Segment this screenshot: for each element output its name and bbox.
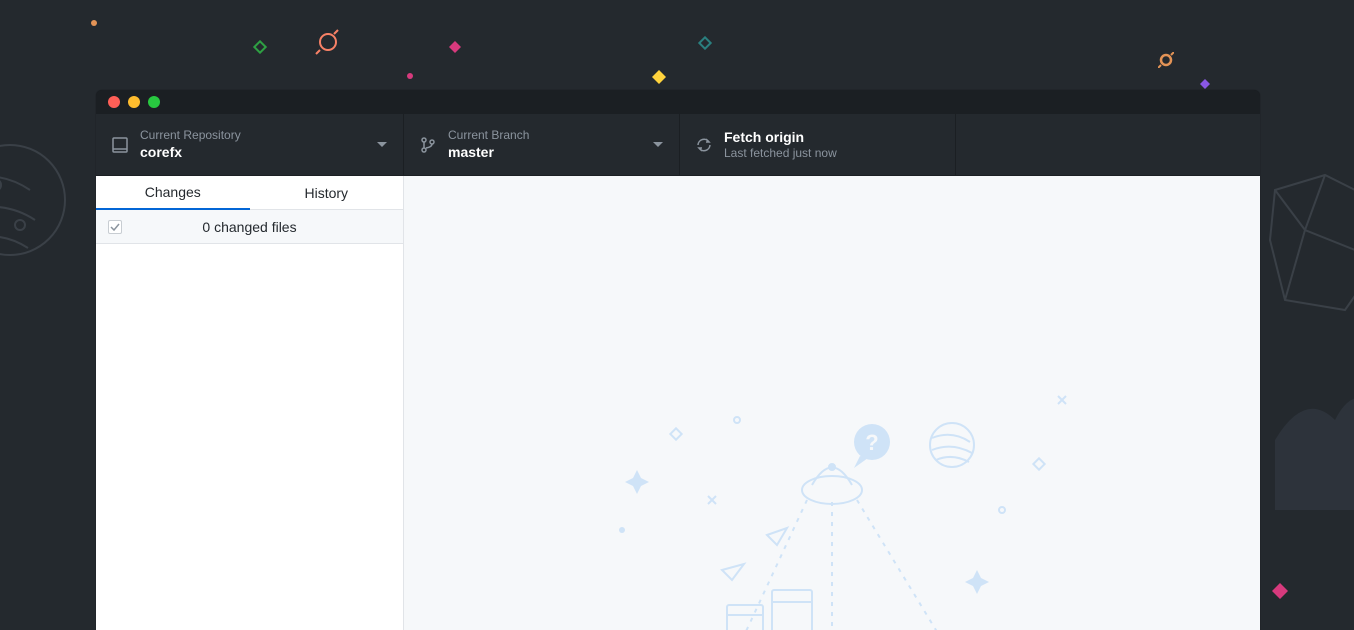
fetch-button[interactable]: Fetch origin Last fetched just now: [680, 114, 956, 175]
decor-hill-right: [1275, 350, 1354, 510]
branch-value: master: [448, 143, 645, 161]
decor-diamond-pink-br: [1272, 583, 1288, 599]
branch-label: Current Branch: [448, 128, 645, 144]
decor-reticle-green: [253, 40, 267, 54]
decor-diamond-yellow: [652, 70, 666, 84]
fetch-status: Last fetched just now: [724, 146, 939, 162]
branch-icon: [420, 137, 436, 153]
maximize-window-button[interactable]: [148, 96, 160, 108]
decor-dot-orange: [91, 20, 97, 26]
decor-diamond-pink: [449, 41, 461, 53]
app-window: Current Repository corefx Current Branch…: [96, 90, 1260, 630]
repo-value: corefx: [140, 143, 369, 161]
toolbar-spacer: [956, 114, 1260, 175]
decor-diamond-purple: [1200, 79, 1210, 89]
caret-down-icon: [377, 142, 387, 147]
sidebar-tabs: Changes History: [96, 176, 403, 210]
repo-label: Current Repository: [140, 128, 369, 144]
caret-down-icon: [653, 142, 663, 147]
decor-planet-left: [0, 140, 80, 300]
changes-summary-row: 0 changed files: [96, 210, 403, 244]
decor-dot-pink: [407, 73, 413, 79]
svg-text:?: ?: [865, 430, 878, 455]
minimize-window-button[interactable]: [128, 96, 140, 108]
tab-changes[interactable]: Changes: [96, 176, 250, 210]
sidebar: Changes History 0 changed files: [96, 176, 404, 630]
titlebar[interactable]: [96, 90, 1260, 114]
changes-count-label: 0 changed files: [108, 219, 391, 235]
fetch-label: Fetch origin: [724, 128, 939, 146]
main-area: Changes History 0 changed files: [96, 176, 1260, 630]
sync-icon: [696, 137, 712, 153]
decor-plug-icon: [314, 28, 342, 56]
toolbar: Current Repository corefx Current Branch…: [96, 114, 1260, 176]
decor-reticle-teal: [698, 36, 712, 50]
repo-icon: [112, 137, 128, 153]
decor-rock-right: [1265, 170, 1354, 370]
content-area: ?: [404, 176, 1260, 630]
branch-selector[interactable]: Current Branch master: [404, 114, 680, 175]
repository-selector[interactable]: Current Repository corefx: [96, 114, 404, 175]
decor-ring-orange: [1158, 52, 1174, 68]
empty-state-illustration: ?: [572, 390, 1092, 630]
close-window-button[interactable]: [108, 96, 120, 108]
tab-history[interactable]: History: [250, 176, 404, 210]
